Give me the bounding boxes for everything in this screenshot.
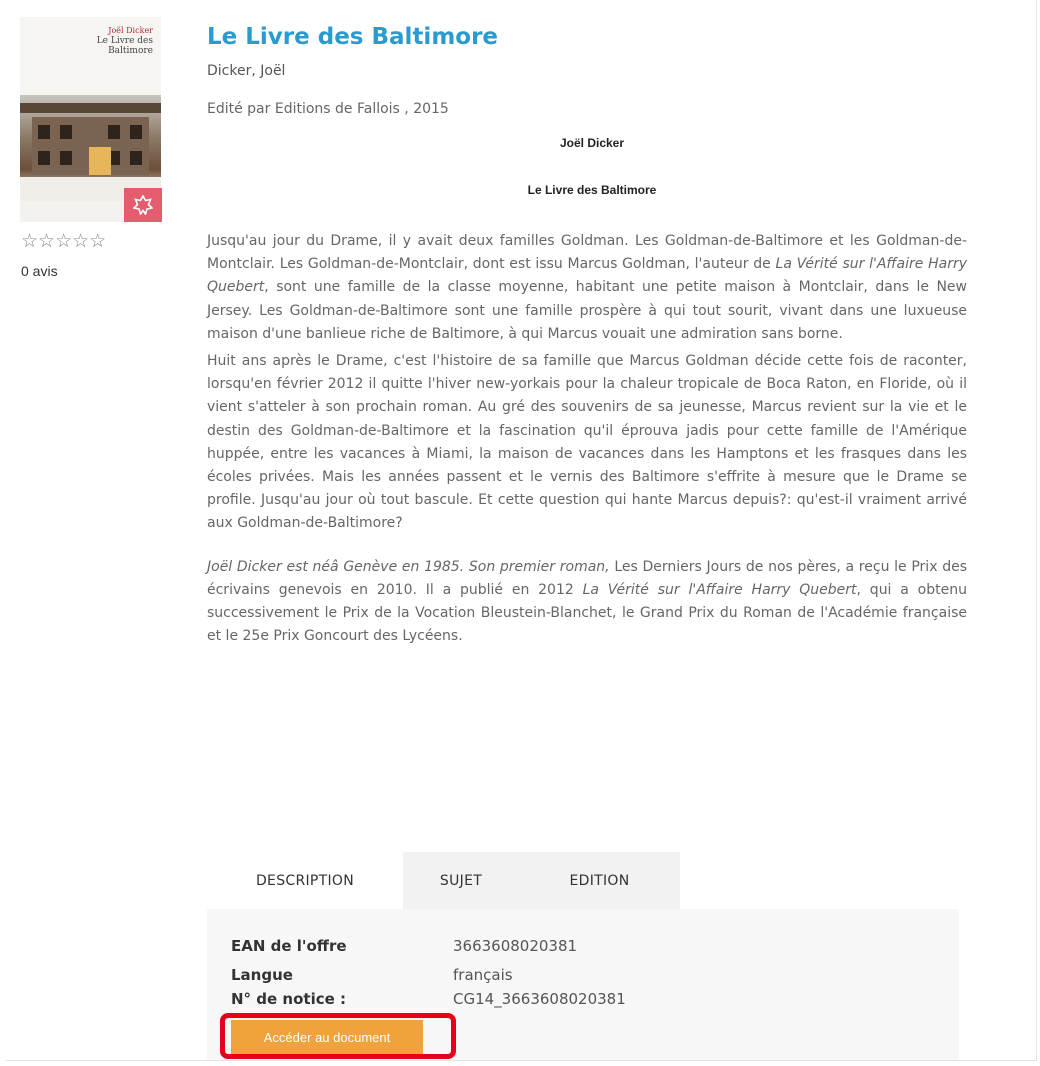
- detail-value: CG14_3663608020381: [453, 990, 626, 1008]
- detail-tabs: DESCRIPTION SUJET EDITION: [207, 852, 680, 909]
- detail-label: EAN de l'offre: [231, 937, 347, 955]
- favorite-badge-icon[interactable]: [124, 188, 162, 222]
- credit-author: Joël Dicker: [559, 136, 625, 150]
- cover-title: Le Livre des Baltimore: [96, 36, 153, 56]
- detail-label: N° de notice :: [231, 990, 346, 1008]
- credit-title: Le Livre des Baltimore: [527, 183, 657, 197]
- book-title[interactable]: Le Livre des Baltimore: [207, 24, 498, 50]
- book-description: Jusqu'au jour du Drame, il y avait deux …: [207, 230, 967, 652]
- detail-value: 3663608020381: [453, 937, 578, 955]
- author-bio: Joël Dicker est néâ Genève en 1985. Son …: [207, 558, 967, 645]
- reviews-count: 0 avis: [21, 263, 58, 279]
- book-publisher: Edité par Editions de Fallois , 2015: [207, 101, 449, 117]
- detail-label: Langue: [231, 966, 293, 984]
- tab-edition[interactable]: EDITION: [519, 852, 680, 909]
- book-author[interactable]: Dicker, Joël: [207, 63, 285, 79]
- cover-photo: [20, 95, 161, 201]
- description-paragraph: Jusqu'au jour du Drame, il y avait deux …: [207, 233, 967, 342]
- description-paragraph: Huit ans après le Drame, c'est l'histoir…: [207, 353, 967, 532]
- cover-author: Joël Dicker: [108, 26, 153, 35]
- tab-sujet[interactable]: SUJET: [403, 852, 519, 909]
- detail-value: français: [453, 966, 513, 984]
- tab-description[interactable]: DESCRIPTION: [207, 852, 403, 909]
- access-document-button[interactable]: Accéder au document: [231, 1020, 423, 1054]
- rating-stars-icon[interactable]: ☆☆☆☆☆: [21, 230, 106, 252]
